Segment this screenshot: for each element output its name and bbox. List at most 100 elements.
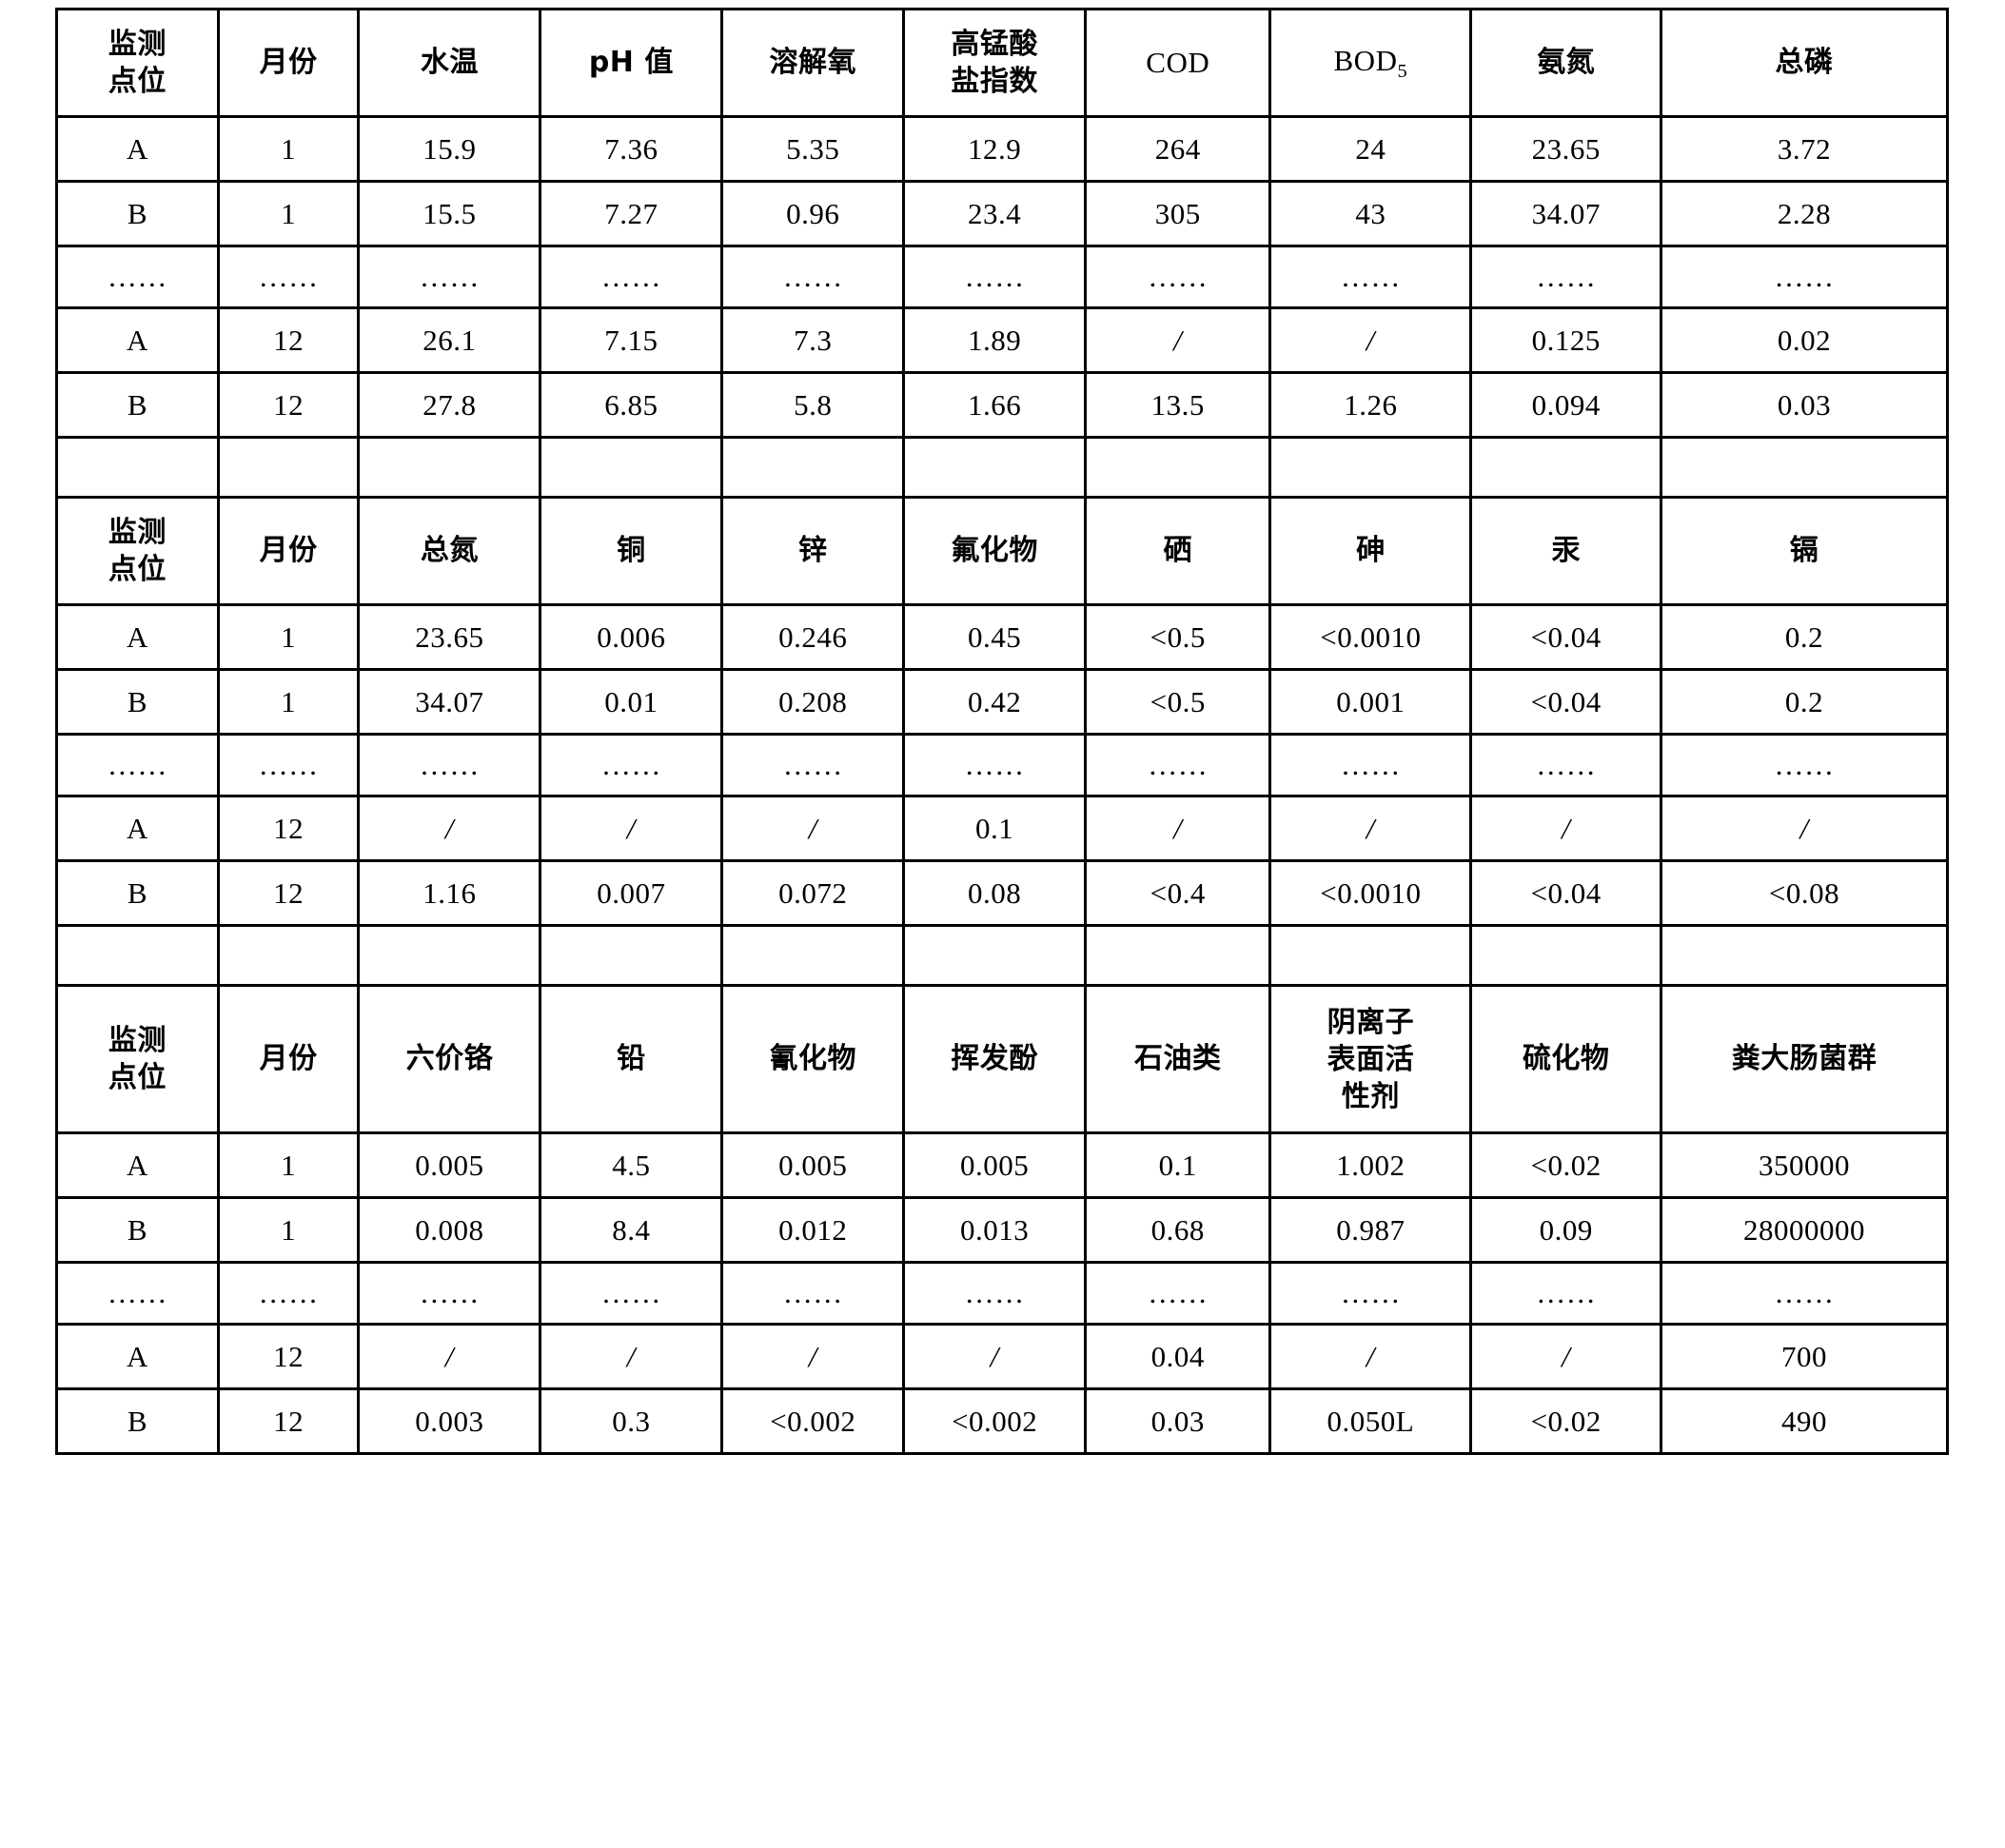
cell-r1-c2: 15.5 [357, 180, 542, 247]
cell-r1-c7: 0.987 [1268, 1196, 1473, 1264]
cell-r3-c6: / [1084, 306, 1272, 374]
cell-r3-c3: 7.15 [539, 306, 724, 374]
cell-r2-c3: …… [539, 733, 724, 797]
table-row: A 1 0.005 4.5 0.005 0.005 0.1 1.002 <0.02 350000 [55, 1131, 1949, 1199]
cell-r1-c4: 0.96 [720, 180, 906, 247]
spacer-cell [720, 924, 906, 987]
cell-r4-c7: 0.050L [1268, 1387, 1473, 1455]
spacer-cell [902, 436, 1088, 499]
cell-r0-c1: 1 [216, 1131, 361, 1199]
cell-r1-c2: 0.008 [357, 1196, 542, 1264]
cell-r2-c7: …… [1268, 1261, 1473, 1326]
cell-r0-c0: A [55, 1131, 220, 1199]
column-header-6: 硒 [1084, 496, 1272, 606]
cell-r2-c1: …… [216, 733, 361, 797]
cell-r2-c2: …… [357, 1261, 542, 1326]
cell-r2-c8: …… [1469, 245, 1663, 309]
cell-r0-c0: A [55, 115, 220, 183]
cell-r3-c2: / [357, 795, 542, 862]
column-header-5: 氟化物 [902, 496, 1088, 606]
cell-r4-c9: <0.08 [1660, 859, 1949, 927]
cell-r1-c3: 0.01 [539, 668, 724, 736]
column-header-9: 总磷 [1660, 8, 1949, 118]
cell-r2-c6: …… [1084, 1261, 1272, 1326]
cell-r3-c6: 0.04 [1084, 1323, 1272, 1390]
cell-r2-c4: …… [720, 733, 906, 797]
cell-r1-c8: 34.07 [1469, 180, 1663, 247]
cell-r1-c1: 1 [216, 1196, 361, 1264]
cell-r0-c7: 24 [1268, 115, 1473, 183]
cell-r3-c0: A [55, 795, 220, 862]
cell-r4-c8: <0.04 [1469, 859, 1663, 927]
spacer-cell [1660, 924, 1949, 987]
cell-r3-c7: / [1268, 1323, 1473, 1390]
cell-r4-c5: 0.08 [902, 859, 1088, 927]
cell-r2-c7: …… [1268, 245, 1473, 309]
table-ellipsis-row: …………………………………………………… [55, 733, 1949, 797]
cell-r3-c8: / [1469, 1323, 1663, 1390]
cell-r1-c6: <0.5 [1084, 668, 1272, 736]
cell-r0-c6: 0.1 [1084, 1131, 1272, 1199]
spacer-cell [216, 924, 361, 987]
column-header-4: 溶解氧 [720, 8, 906, 118]
cell-r2-c2: …… [357, 245, 542, 309]
cell-r3-c1: 12 [216, 306, 361, 374]
table-body: 监测 点位 月份 水温 pH 值溶解氧 高锰酸 盐指数 COD BOD5 氨氮 总磷 A 1 15.9 7.… [55, 8, 1949, 1455]
table-spacer-row [55, 436, 1949, 499]
cell-r3-c0: A [55, 1323, 220, 1390]
spacer-cell [1469, 436, 1663, 499]
cell-r4-c1: 12 [216, 859, 361, 927]
cell-r1-c1: 1 [216, 668, 361, 736]
table-row: B 12 27.8 6.85 5.8 1.66 13.5 1.26 0.094 0.03 [55, 371, 1949, 439]
column-header-6: COD [1084, 8, 1272, 118]
column-header-3: 铜 [539, 496, 724, 606]
column-header-3: 铅 [539, 984, 724, 1134]
cell-r4-c0: B [55, 859, 220, 927]
cell-r1-c0: B [55, 668, 220, 736]
cell-r4-c3: 0.007 [539, 859, 724, 927]
cell-r2-c5: …… [902, 1261, 1088, 1326]
cell-r0-c7: 1.002 [1268, 1131, 1473, 1199]
table-row: B 12 0.003 0.3 <0.002 <0.002 0.03 0.050L <0.02 49… [55, 1387, 1949, 1455]
cell-r0-c7: <0.0010 [1268, 603, 1473, 671]
cell-r0-c3: 7.36 [539, 115, 724, 183]
column-header-6: 石油类 [1084, 984, 1272, 1134]
page-canvas: 监测 点位 月份 水温 pH 值溶解氧 高锰酸 盐指数 COD BOD5 氨氮 总磷 A 1 15.9 7.… [0, 0, 2005, 1848]
cell-r2-c1: …… [216, 1261, 361, 1326]
cell-r4-c1: 12 [216, 371, 361, 439]
cell-r0-c6: <0.5 [1084, 603, 1272, 671]
cell-r0-c2: 0.005 [357, 1131, 542, 1199]
spacer-cell [55, 924, 220, 987]
cell-r0-c1: 1 [216, 115, 361, 183]
cell-r0-c1: 1 [216, 603, 361, 671]
data-table: 监测 点位 月份 水温 pH 值溶解氧 高锰酸 盐指数 COD BOD5 氨氮 总磷 A 1 15.9 7.… [55, 8, 1949, 1455]
cell-r2-c5: …… [902, 733, 1088, 797]
column-header-5: 挥发酚 [902, 984, 1088, 1134]
cell-r2-c9: …… [1660, 733, 1949, 797]
cell-r2-c0: …… [55, 1261, 220, 1326]
cell-r2-c6: …… [1084, 733, 1272, 797]
spacer-cell [539, 924, 724, 987]
cell-r1-c8: 0.09 [1469, 1196, 1663, 1264]
table-row: A 1 23.65 0.006 0.246 0.45 <0.5 <0.0010 <0.04 0.2 [55, 603, 1949, 671]
cell-r4-c7: 1.26 [1268, 371, 1473, 439]
column-header-3: pH 值 [539, 8, 724, 118]
column-header-8: 汞 [1469, 496, 1663, 606]
cell-r0-c4: 0.005 [720, 1131, 906, 1199]
cell-r3-c9: / [1660, 795, 1949, 862]
cell-r0-c5: 0.005 [902, 1131, 1088, 1199]
table-spacer-row [55, 924, 1949, 987]
column-header-9: 粪大肠菌群 [1660, 984, 1949, 1134]
spacer-cell [357, 436, 542, 499]
cell-r1-c7: 43 [1268, 180, 1473, 247]
spacer-cell [539, 436, 724, 499]
cell-r3-c4: 7.3 [720, 306, 906, 374]
cell-r3-c1: 12 [216, 795, 361, 862]
table-row: A 12// //0.04//700 [55, 1323, 1949, 1390]
cell-r4-c8: 0.094 [1469, 371, 1663, 439]
cell-r0-c2: 23.65 [357, 603, 542, 671]
cell-r3-c4: / [720, 1323, 906, 1390]
cell-r3-c7: / [1268, 795, 1473, 862]
spacer-cell [216, 436, 361, 499]
cell-r0-c8: <0.04 [1469, 603, 1663, 671]
